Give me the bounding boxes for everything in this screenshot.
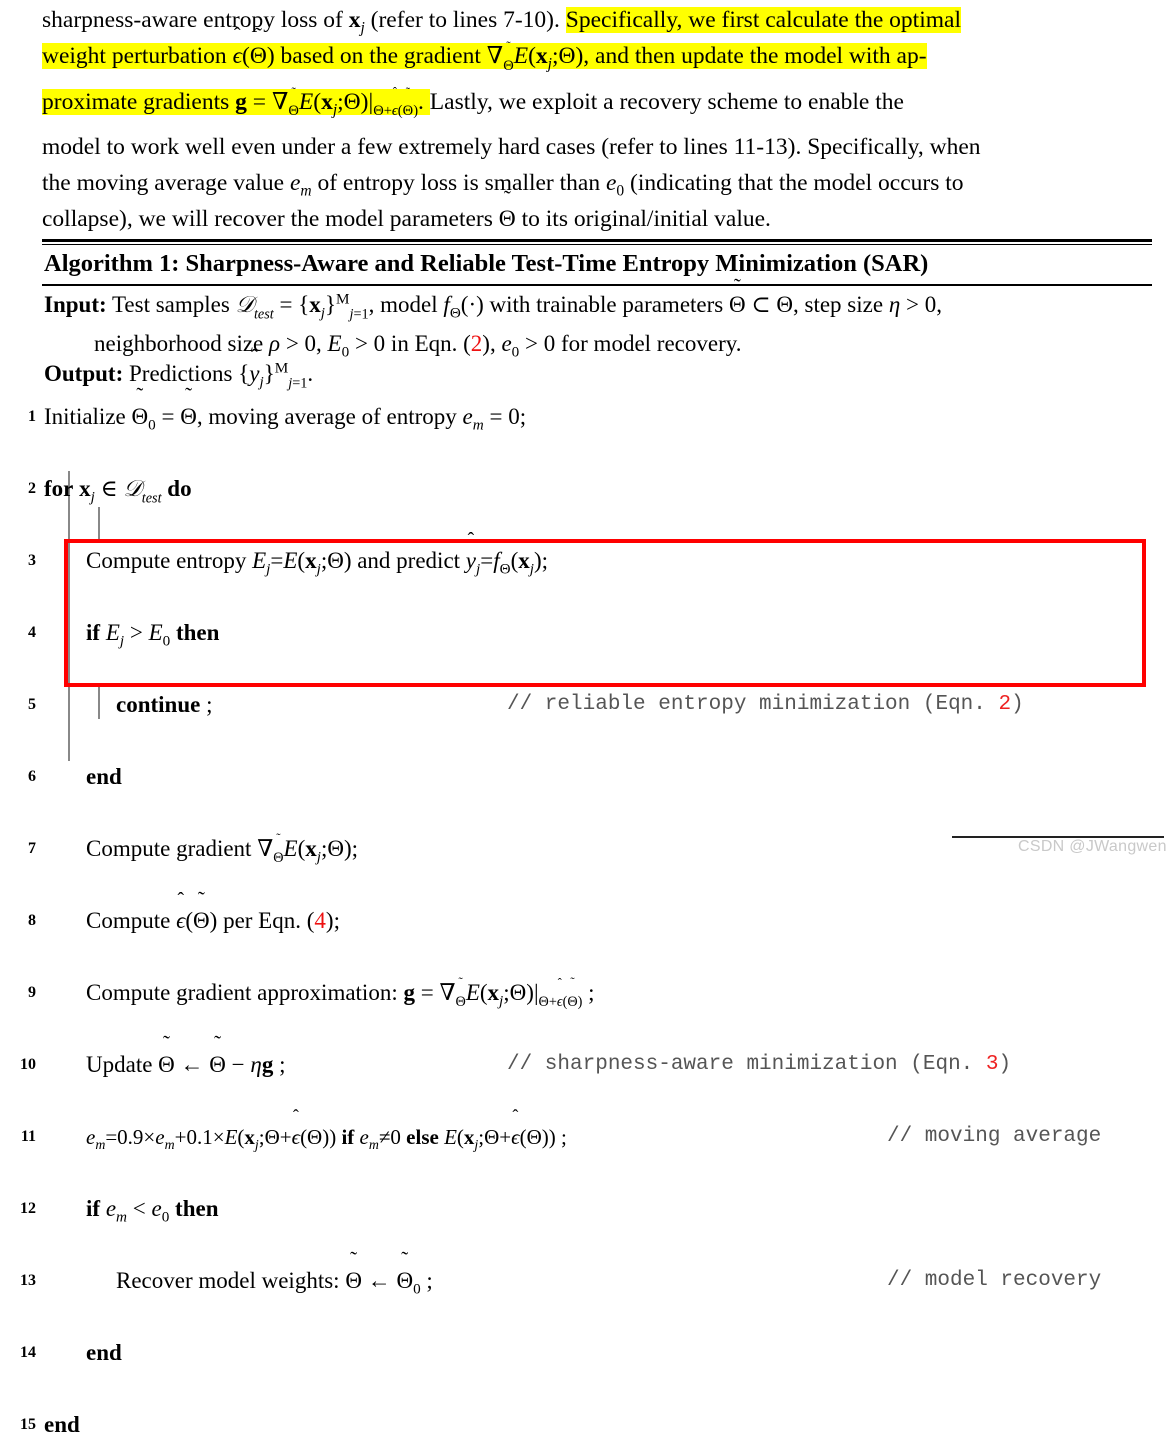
paragraph-text: sharpness-aware entropy loss of xj (refe… <box>42 2 1150 237</box>
algorithm-line-4: 4 if Ej > E0 then <box>28 615 1152 651</box>
paragraph-segment-4: weight perturbation <box>42 43 233 69</box>
line-number: 6 <box>28 767 36 785</box>
paragraph-segment-8: . <box>418 88 430 115</box>
paragraph-segment-12: of entropy loss is smaller than <box>311 170 606 197</box>
line-content: end <box>44 1411 80 1437</box>
line-number: 1 <box>28 407 36 425</box>
algorithm-lines: 1 Initialize ˜ Θ0 = ˜ Θ, moving average of… <box>20 384 1152 1437</box>
line-number: 3 <box>28 551 36 569</box>
watermark-text: CSDN @JWangwen <box>1018 838 1167 855</box>
algorithm-line-13: 13 Recover model weights: ˜ Θ ← ˜ Θ0 ; // … <box>20 1248 1152 1299</box>
line-comment-10: // sharpness-aware minimization (Eqn. 3) <box>507 1052 1012 1076</box>
algorithm-line-2: 2 for xj ∈ 𝒟test do <box>28 471 1152 507</box>
line-number: 9 <box>28 983 36 1001</box>
algorithm-title: Algorithm 1: Sharpness-Aware and Reliabl… <box>42 245 1152 284</box>
algorithm-line-6: 6 end <box>28 759 1152 795</box>
line-content: end <box>86 1339 122 1365</box>
paragraph-segment-13: (indicating that the model occurs to <box>624 170 964 197</box>
algorithm-io: Input: Test samples 𝒟test = {xj}Mj=1, mo… <box>42 276 1152 399</box>
line-number: 14 <box>20 1343 36 1361</box>
line-content: continue ; <box>116 691 213 717</box>
output-line: Output: Predictions {̂yj}Mj=1. <box>44 359 314 392</box>
hat-accent-icon: ̂ <box>233 26 242 46</box>
line-content: em=0.9×em+0.1×E(xj;Θ+̂ϵ(Θ)) if em≠0 else… <box>86 1124 567 1152</box>
input-line-1: Input: Test samples 𝒟test = {xj}Mj=1, mo… <box>44 276 942 323</box>
line-comment-13: // model recovery <box>887 1268 1102 1292</box>
line-content: if em < e0 then <box>86 1195 219 1226</box>
paragraph-segment-15: to its original/initial value. <box>515 206 771 233</box>
tilde-accent-icon: ˜ <box>503 185 511 210</box>
line-number: 15 <box>20 1415 36 1433</box>
line-number: 8 <box>28 911 36 929</box>
math-epsilon-hat: ̂ϵ <box>233 38 242 74</box>
paragraph-segment-9: Lastly, we exploit a recovery scheme to … <box>429 88 904 115</box>
eqn-ref-2: 2 <box>470 331 483 357</box>
paragraph-segment-7: proximate gradients <box>42 88 236 115</box>
algorithm-line-14: 14 end <box>20 1335 1152 1371</box>
line-content: Recover model weights: ˜ Θ ← ˜ Θ0 ; <box>116 1248 433 1298</box>
highlight-span-2: weight perturbation ̂ϵ(˜Θ) based on the … <box>42 22 927 74</box>
input-line-2: neighborhood size ρ > 0, E0 > 0 in Eqn. … <box>94 331 742 361</box>
line-comment-5: // reliable entropy minimization (Eqn. 2… <box>507 692 1024 716</box>
algorithm-block: Algorithm 1: Sharpness-Aware and Reliabl… <box>20 239 1152 1437</box>
line-content: Compute gradient approximation: g = ∇ ˜ ΘE… <box>86 975 595 1011</box>
line-number: 2 <box>28 479 36 497</box>
paragraph-segment-2: (refer to lines 7-10). <box>364 7 566 33</box>
math-theta-tilde: ˜ Θ <box>249 22 267 69</box>
paragraph-segment-1: sharpness-aware entropy loss of <box>42 7 349 33</box>
eqn-ref-4: 4 <box>314 907 326 933</box>
algorithm-line-1: 1 Initialize ˜ Θ0 = ˜ Θ, moving average of… <box>28 384 1152 435</box>
math-x-j: x <box>348 7 361 33</box>
line-number: 12 <box>20 1199 36 1217</box>
paragraph-segment-10: model to work well even under a few extr… <box>42 134 981 161</box>
line-number: 4 <box>28 623 36 641</box>
algorithm-title-prefix: Algorithm 1: <box>44 250 180 277</box>
algorithm-line-9: 9 Compute gradient approximation: g = ∇ ˜… <box>28 975 1152 1011</box>
line-content: Compute gradient ∇ ˜ ΘE(xj;Θ); <box>86 831 359 867</box>
line-content: Compute entropy Ej=E(xj;Θ) and predict ̂… <box>86 547 549 578</box>
algorithm-line-11: 11 em=0.9×em+0.1×E(xj;Θ+̂ϵ(Θ)) if em≠0 e… <box>21 1119 1152 1155</box>
line-content: for xj ∈ 𝒟test do <box>44 475 192 507</box>
output-label: Output: <box>44 361 124 387</box>
highlight-span-1: Specifically, we first calculate the opt… <box>565 7 961 33</box>
line-content: Initialize ˜ Θ0 = ˜ Θ, moving average of e… <box>44 384 527 434</box>
algorithm-title-text: Sharpness-Aware and Reliable Test-Time E… <box>185 250 929 277</box>
line-number: 7 <box>28 839 36 857</box>
line-content: Compute ̂ϵ(˜Θ) per Eqn. (4); <box>86 888 340 933</box>
tilde-accent-icon: ˜ <box>254 22 262 47</box>
algorithm-line-3: 3 Compute entropy Ej=E(xj;Θ) and predict… <box>28 543 1152 579</box>
intro-paragraph: sharpness-aware entropy loss of xj (refe… <box>42 2 1150 237</box>
line-comment-11: // moving average <box>887 1124 1102 1148</box>
paragraph-segment-11: the moving average value <box>42 170 290 197</box>
algorithm-line-8: 8 Compute ̂ϵ(˜Θ) per Eqn. (4); <box>28 888 1152 939</box>
paragraph-segment-14: collapse), we will recover the model par… <box>42 206 499 233</box>
line-number: 13 <box>20 1271 36 1289</box>
paragraph-segment-3: Specifically, we first calculate the opt… <box>565 7 961 33</box>
paragraph-segment-5: based on the gradient <box>274 43 487 69</box>
line-number: 5 <box>28 695 36 713</box>
line-content: Update ˜ Θ ← ˜ Θ − ηg ; <box>86 1032 286 1077</box>
line-content: end <box>86 763 122 789</box>
paragraph-segment-6: , and then update the model with ap- <box>583 43 927 69</box>
math-theta-tilde-2: ˜ Θ <box>498 185 516 233</box>
line-number: 10 <box>20 1055 36 1073</box>
algorithm-line-10: 10 Update ˜ Θ ← ˜ Θ − ηg ; // sharpness-aw… <box>20 1032 1152 1083</box>
line-number: 11 <box>20 1127 36 1145</box>
line-content: if Ej > E0 then <box>86 619 220 650</box>
algorithm-line-5: 5 continue ; // reliable entropy minimiz… <box>28 687 1152 723</box>
highlight-span-3: proximate gradients g = ∇˜ΘE(xj;Θ)|Θ+̂ϵ(… <box>42 83 430 120</box>
input-label: Input: <box>44 292 107 317</box>
algorithm-line-15: 15 end <box>20 1407 1152 1443</box>
algorithm-line-12: 12 if em < e0 then <box>20 1191 1152 1227</box>
